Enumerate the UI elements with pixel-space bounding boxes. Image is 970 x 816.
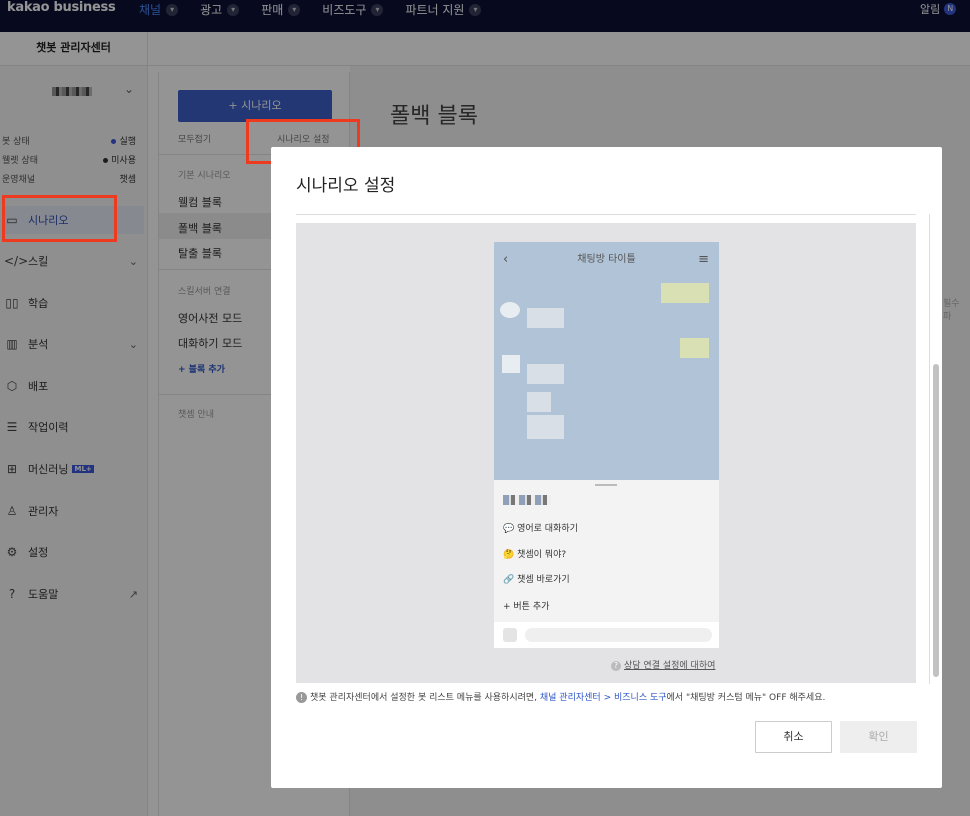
bot-profile-pixelated (503, 495, 551, 505)
chat-input-row (494, 622, 719, 648)
info-icon: ! (296, 692, 307, 703)
notice-prefix: 챗봇 관리자센터에서 설정한 봇 리스트 메뉴를 사용하시려면, (310, 693, 540, 703)
modal-title: 시나리오 설정 (296, 176, 396, 196)
back-arrow-icon: ‹ (503, 252, 509, 267)
plus-icon[interactable] (503, 628, 517, 642)
speech-bubble-icon: 💬 (503, 524, 515, 534)
scenario-settings-modal: 시나리오 설정 ‹ 채팅방 타이틀 ≡ 💬 영어로 대화하기 🤔 챗셈이 뭐야?… (271, 147, 942, 788)
background-field-label: 필수 파 (943, 299, 960, 322)
cancel-button[interactable]: 취소 (755, 721, 832, 753)
quick-menu-item[interactable]: 🤔 챗셈이 뭐야? (503, 547, 566, 560)
bot-avatar (500, 302, 520, 318)
confirm-button[interactable]: 확인 (840, 721, 917, 753)
chat-body (494, 278, 719, 480)
quick-menu-item[interactable]: 💬 영어로 대화하기 (503, 521, 578, 534)
scrollbar-thumb[interactable] (933, 364, 939, 677)
notice-link[interactable]: 채널 관리자센터 > 비즈니스 도구 (540, 693, 667, 703)
chat-input[interactable] (525, 628, 712, 642)
quick-item-label: 챗셈 바로가기 (517, 575, 570, 585)
sheet-handle (595, 484, 617, 486)
hamburger-menu-icon: ≡ (698, 252, 709, 267)
chat-preview-area: ‹ 채팅방 타이틀 ≡ 💬 영어로 대화하기 🤔 챗셈이 뭐야? 🔗 챗셈 바로… (296, 223, 916, 683)
notice-text: ! 챗봇 관리자센터에서 설정한 봇 리스트 메뉴를 사용하시려면, 채널 관리자… (296, 690, 825, 703)
add-quick-button[interactable]: + 버튼 추가 (503, 599, 549, 612)
quick-menu-sheet: 💬 영어로 대화하기 🤔 챗셈이 뭐야? 🔗 챗셈 바로가기 + 버튼 추가 (494, 480, 719, 648)
chat-bubble-bot (527, 308, 564, 328)
quick-menu-item[interactable]: 🔗 챗셈 바로가기 (503, 572, 570, 585)
chat-bubble-user (680, 338, 709, 358)
question-circle-icon: ? (611, 661, 621, 671)
chat-bubble-bot (527, 364, 564, 384)
notice-suffix: 에서 "채팅방 커스텀 메뉴" OFF 해주세요. (666, 693, 826, 703)
chat-bubble-user (661, 283, 709, 303)
divider (296, 214, 916, 215)
consult-help-link[interactable]: ? 상담 연결 설정에 대하여 (611, 658, 715, 671)
chat-bubble-bot (527, 392, 551, 412)
bot-avatar (502, 355, 520, 373)
chat-header: ‹ 채팅방 타이틀 ≡ (494, 242, 719, 278)
quick-item-label: 챗셈이 뭐야? (517, 550, 567, 560)
chat-bubble-bot (527, 415, 564, 439)
scrollbar[interactable] (929, 214, 941, 684)
chat-room-title: 채팅방 타이틀 (577, 254, 636, 265)
link-icon: 🔗 (503, 575, 515, 585)
highlight-box-scenario (2, 195, 117, 242)
thinking-face-icon: 🤔 (503, 550, 515, 560)
phone-preview: ‹ 채팅방 타이틀 ≡ 💬 영어로 대화하기 🤔 챗셈이 뭐야? 🔗 챗셈 바로… (494, 242, 719, 648)
help-link-text: 상담 연결 설정에 대하여 (624, 661, 716, 671)
quick-item-label: 영어로 대화하기 (517, 524, 578, 534)
